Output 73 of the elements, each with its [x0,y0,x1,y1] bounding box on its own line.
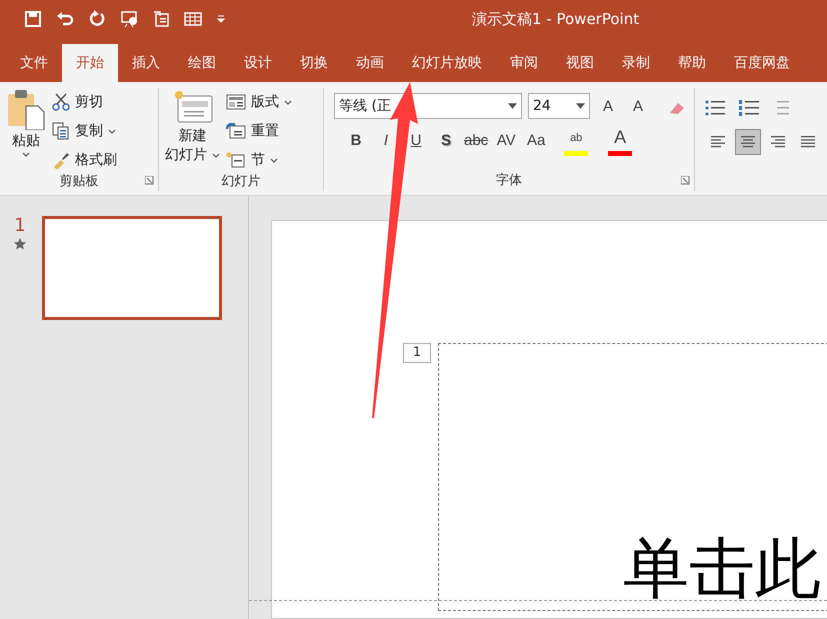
section-button[interactable]: 节 [226,148,278,172]
table-icon[interactable] [184,10,202,28]
ribbon-tab[interactable]: 动画 [342,44,398,82]
caret-icon [270,158,278,162]
ribbon-tab[interactable]: 视图 [552,44,608,82]
reset-slide-icon[interactable] [152,10,170,28]
caret-icon [22,152,30,157]
caret-icon [576,103,585,109]
brush-icon [52,151,70,169]
numbered-list-icon[interactable] [739,99,761,117]
font-size-field[interactable]: 24 [528,93,590,119]
scissors-icon [52,93,70,111]
grow-font-button[interactable]: A [596,93,620,119]
align-icon [801,136,815,148]
layout-button[interactable]: 版式 [226,90,292,114]
copy-icon [52,122,70,140]
format-button[interactable]: S [434,127,458,153]
shrink-font-button[interactable]: A [626,93,650,119]
group-label: 剪贴板 [58,173,100,191]
align-button[interactable] [735,129,761,155]
paste-button[interactable]: 粘贴 [6,88,46,172]
ribbon-tab[interactable]: 开始 [62,44,118,82]
ribbon-tab[interactable]: 文件 [6,44,62,82]
ribbon-tab[interactable]: 幻灯片放映 [398,44,496,82]
undo-icon[interactable] [56,10,74,28]
ribbon-tab[interactable]: 帮助 [664,44,720,82]
format-button[interactable]: I [374,127,398,153]
caret-icon [108,128,116,134]
bullet-list-icon[interactable] [705,99,727,117]
format-button[interactable]: AV [494,127,518,153]
reset-icon [226,123,246,139]
ribbon-tab[interactable]: 审阅 [496,44,552,82]
title-placeholder[interactable]: 单击此 [438,343,827,611]
star-icon [14,238,26,250]
cut-button[interactable]: 剪切 [52,90,103,114]
group-label: 幻灯片 [220,173,262,191]
format-button[interactable]: abc [464,127,488,153]
section-icon [226,152,246,168]
layout-icon [226,94,246,110]
reset-button[interactable]: 重置 [226,119,279,143]
format-button[interactable]: Aa [524,127,548,153]
ribbon-tab[interactable]: 百度网盘 [720,44,804,82]
ribbon-tab[interactable]: 设计 [230,44,286,82]
ribbon-tab[interactable]: 切换 [286,44,342,82]
font-color-button[interactable]: A [608,124,632,156]
align-icon [741,136,755,148]
align-icon [771,136,785,148]
highlight-button[interactable]: ab [564,124,588,156]
clipboard-icon [6,88,46,130]
slide-title: 单击此 [623,532,821,606]
ribbon-tab[interactable]: 录制 [608,44,664,82]
copy-button[interactable]: 复制 [52,119,116,143]
group-label: 字体 [495,172,523,190]
ribbon-tab[interactable]: 绘图 [174,44,230,82]
presentation-icon[interactable] [120,10,138,28]
dialog-launcher-icon[interactable] [681,176,690,185]
ribbon-tab[interactable]: 插入 [118,44,174,82]
caret-icon [508,103,517,109]
slide-number: 1 [14,216,26,236]
align-icon [711,136,725,148]
font-name-field[interactable]: 等线 (正 [334,93,522,119]
save-icon[interactable] [24,10,42,28]
slide-thumbnail[interactable] [42,216,222,320]
placeholder-number: 1 [403,343,431,363]
format-painter-button[interactable]: 格式刷 [52,148,117,172]
dialog-launcher-icon[interactable] [145,176,154,185]
window-title: 演示文稿1 - PowerPoint [472,10,640,29]
caret-icon [284,100,292,104]
format-button[interactable]: U [404,127,428,153]
caret-icon [212,152,220,158]
redo-icon[interactable] [88,10,106,28]
new-slide-button[interactable]: 新建 幻灯片 [165,88,220,172]
format-button[interactable]: B [344,127,368,153]
